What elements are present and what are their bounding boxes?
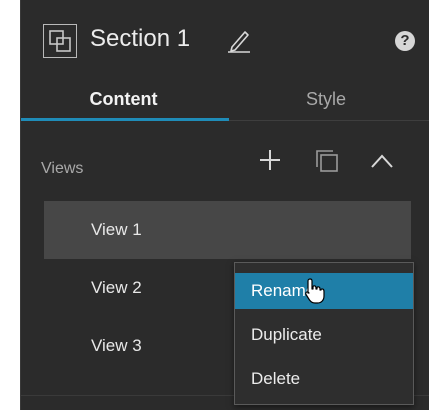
- help-icon[interactable]: ?: [395, 31, 415, 51]
- builder-side-panel: Section 1 ? Content Style Views View 1 V…: [20, 0, 429, 410]
- view-item-label: View 1: [91, 220, 142, 239]
- tab-style[interactable]: Style: [271, 84, 381, 122]
- menu-item-duplicate[interactable]: Duplicate: [235, 317, 413, 353]
- menu-item-delete[interactable]: Delete: [235, 361, 413, 397]
- view-list-item[interactable]: View 1: [44, 201, 411, 259]
- collapse-icon[interactable]: [369, 152, 395, 170]
- section-header: Section 1 ?: [21, 0, 429, 82]
- view-item-label: View 3: [91, 336, 142, 355]
- pencil-icon[interactable]: [226, 27, 252, 53]
- duplicate-icon[interactable]: [314, 148, 340, 174]
- view-item-label: View 2: [91, 278, 142, 297]
- add-icon[interactable]: [258, 148, 282, 172]
- views-heading: Views: [41, 160, 84, 177]
- hand-pointer-icon: [305, 278, 325, 304]
- active-tab-indicator: [21, 118, 229, 121]
- section-title: Section 1: [90, 25, 191, 52]
- section-frame-icon: [43, 24, 77, 58]
- tab-content[interactable]: Content: [51, 84, 196, 122]
